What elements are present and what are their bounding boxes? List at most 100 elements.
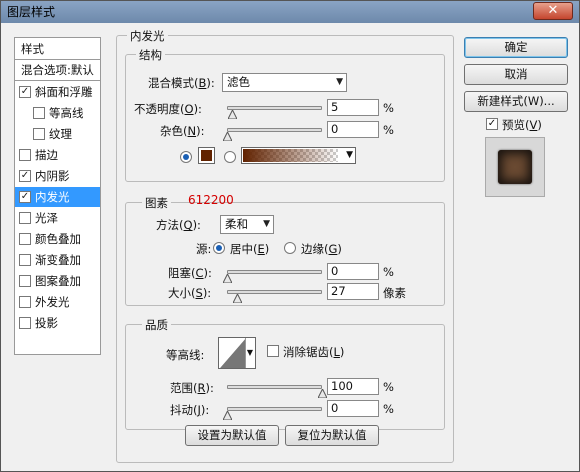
color-overlay-checkbox[interactable] [19,233,31,245]
chevron-down-icon: ▼ [336,77,343,87]
source-edge-label: 边缘(G) [301,242,342,256]
style-list: 样式 混合选项:默认 ✓ 斜面和浮雕 等高线 纹理 描边 ✓ 内阴影 ✓ 内发光… [14,37,101,355]
choke-input[interactable]: 0 [327,263,379,280]
sidebar-item-blending-options[interactable]: 混合选项:默认 [15,60,100,80]
opacity-slider-thumb[interactable] [227,110,237,119]
contour-checkbox[interactable] [33,107,45,119]
drop-shadow-checkbox[interactable] [19,317,31,329]
opacity-input[interactable]: 5 [327,99,379,116]
choke-label: 阻塞(C): [168,266,212,280]
preview-label: 预览(V) [502,118,542,132]
source-center-label: 居中(E) [230,242,270,256]
sidebar-item-label: 样式 [21,42,44,56]
chevron-down-icon: ▼ [346,150,353,160]
choke-slider-thumb[interactable] [223,274,232,283]
quality-group: 品质 等高线: ▼ 消除锯齿(L) 范围(R): 100 % 抖动(J): 0 … [125,317,445,430]
ok-button[interactable]: 确定 [464,37,568,58]
sidebar-item-inner-shadow[interactable]: ✓ 内阴影 [15,166,100,186]
gradient-radio[interactable] [224,151,236,163]
source-center-radio[interactable] [213,242,225,254]
sidebar-item-drop-shadow[interactable]: 投影 [15,313,100,333]
range-label: 范围(R): [170,381,214,395]
sidebar-item-pattern-overlay[interactable]: 图案叠加 [15,271,100,291]
pattern-overlay-checkbox[interactable] [19,275,31,287]
sidebar-item-label: 内阴影 [35,169,70,183]
sidebar-item-stroke[interactable]: 描边 [15,145,100,165]
new-style-button[interactable]: 新建样式(W)... [464,91,568,112]
gradient-preview [243,149,338,162]
sidebar-item-contour[interactable]: 等高线 [15,103,100,123]
size-unit: 像素 [383,286,406,300]
preview-checkbox[interactable]: ✓ [486,118,498,130]
sidebar-item-gradient-overlay[interactable]: 渐变叠加 [15,250,100,270]
sidebar-item-satin[interactable]: 光泽 [15,208,100,228]
gradient-overlay-checkbox[interactable] [19,254,31,266]
noise-label: 杂色(N): [160,124,205,138]
gradient-picker[interactable]: ▼ [241,147,356,164]
style-preview [485,137,545,197]
sidebar-item-label: 投影 [35,316,58,330]
solid-color-radio[interactable] [180,151,192,163]
range-slider-thumb[interactable] [318,389,327,398]
sidebar-item-label: 颜色叠加 [35,232,81,246]
sidebar-item-outer-glow[interactable]: 外发光 [15,292,100,312]
anti-alias-checkbox[interactable] [267,345,279,357]
noise-slider[interactable] [227,128,322,132]
jitter-unit: % [383,402,394,416]
reset-default-button[interactable]: 复位为默认值 [285,425,379,446]
choke-slider[interactable] [227,270,322,274]
opacity-slider[interactable] [227,106,322,110]
sidebar-item-texture[interactable]: 纹理 [15,124,100,144]
dialog-title: 图层样式 [7,5,56,19]
texture-checkbox[interactable] [33,128,45,140]
set-default-button[interactable]: 设置为默认值 [185,425,279,446]
source-edge-radio[interactable] [284,242,296,254]
preview-swatch [498,150,532,184]
range-input[interactable]: 100 [327,378,379,395]
noise-input[interactable]: 0 [327,121,379,138]
source-label: 源: [196,242,212,256]
sidebar-item-color-overlay[interactable]: 颜色叠加 [15,229,100,249]
title-bar[interactable]: 图层样式 ✕ [1,1,579,23]
sidebar-item-label: 图案叠加 [35,274,81,288]
sidebar-item-label: 等高线 [49,106,84,120]
anti-alias-label: 消除锯齿(L) [283,345,345,359]
jitter-input[interactable]: 0 [327,400,379,417]
color-annotation: 612200 [188,193,234,207]
outer-glow-checkbox[interactable] [19,296,31,308]
noise-slider-thumb[interactable] [223,132,232,141]
panel-title: 内发光 [127,28,168,44]
blend-mode-label: 混合模式(B): [148,76,215,90]
choke-unit: % [383,265,394,279]
opacity-label: 不透明度(O): [134,102,202,116]
stroke-checkbox[interactable] [19,149,31,161]
contour-curve-icon [220,338,246,368]
blend-mode-value: 滤色 [227,75,250,89]
range-slider[interactable] [227,385,322,389]
inner-glow-checkbox[interactable]: ✓ [19,191,31,203]
sidebar-item-bevel-emboss[interactable]: ✓ 斜面和浮雕 [15,82,100,102]
cancel-button[interactable]: 取消 [464,64,568,85]
noise-unit: % [383,123,394,137]
sidebar-item-styles[interactable]: 样式 [15,39,100,59]
sidebar-item-inner-glow[interactable]: ✓ 内发光 [15,187,100,207]
close-button[interactable]: ✕ [533,2,573,20]
inner-shadow-checkbox[interactable]: ✓ [19,170,31,182]
jitter-slider[interactable] [227,407,322,411]
jitter-label: 抖动(J): [170,403,210,417]
sidebar-item-label: 斜面和浮雕 [35,85,93,99]
contour-picker[interactable]: ▼ [218,337,256,369]
bevel-emboss-checkbox[interactable]: ✓ [19,86,31,98]
opacity-unit: % [383,101,394,115]
satin-checkbox[interactable] [19,212,31,224]
size-label: 大小(S): [168,286,212,300]
size-input[interactable]: 27 [327,283,379,300]
jitter-slider-thumb[interactable] [223,411,232,420]
sidebar-item-label: 内发光 [35,190,70,204]
sidebar-item-label: 纹理 [49,127,72,141]
size-slider-thumb[interactable] [233,294,243,303]
method-select[interactable]: 柔和 ▼ [220,215,274,234]
glow-color-swatch[interactable] [198,147,215,164]
blend-mode-select[interactable]: 滤色 ▼ [222,73,347,92]
sidebar-item-label: 外发光 [35,295,70,309]
